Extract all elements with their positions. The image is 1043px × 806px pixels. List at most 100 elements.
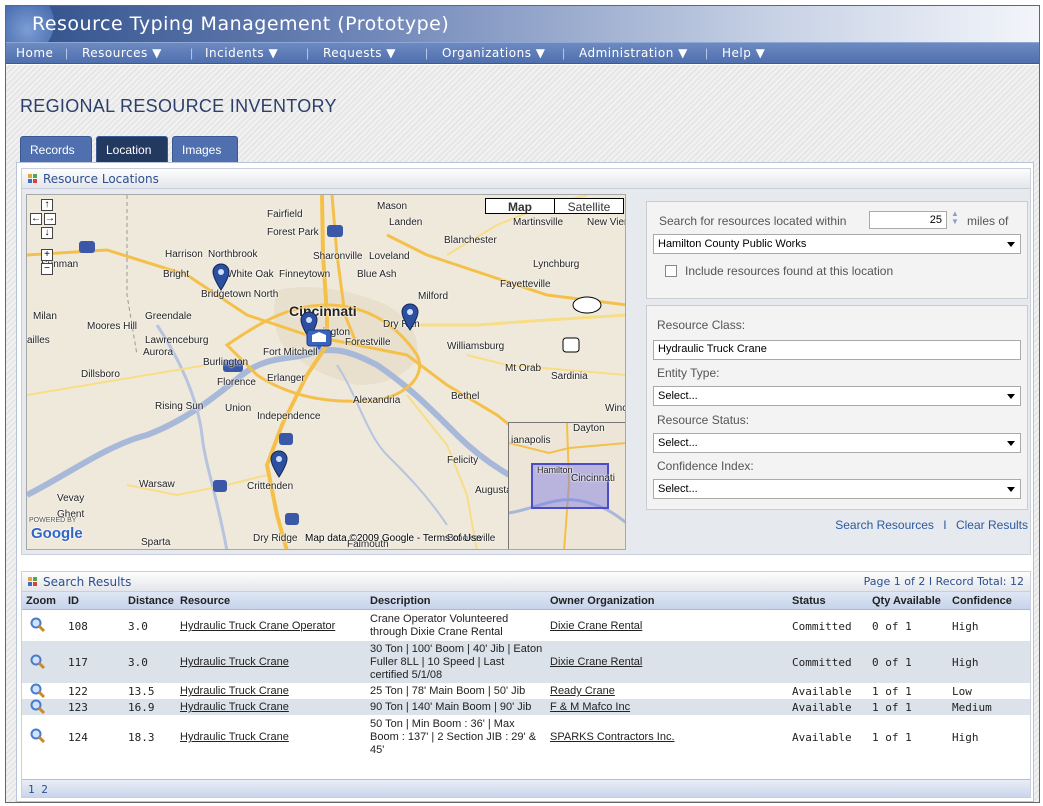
nav-home[interactable]: Home bbox=[16, 46, 53, 60]
map-label: Felicity bbox=[447, 455, 479, 466]
map-label: Finneytown bbox=[279, 269, 331, 280]
table-row[interactable]: 122 13.5 Hydraulic Truck Crane 25 Ton | … bbox=[22, 683, 1030, 699]
overview-label: ianapolis bbox=[511, 435, 551, 446]
overview-label: Dayton bbox=[573, 423, 605, 434]
zoom-magnifier-icon[interactable] bbox=[30, 617, 46, 633]
chevron-down-icon bbox=[1007, 394, 1015, 399]
map-label: New Vien bbox=[587, 217, 626, 228]
map-label: Forest Park bbox=[267, 227, 319, 238]
zoom-out-button[interactable]: − bbox=[41, 263, 53, 275]
resource-link[interactable]: Hydraulic Truck Crane bbox=[180, 656, 289, 668]
results-pagination[interactable]: 1 2 bbox=[22, 779, 1030, 797]
tab-content: Resource Locations Fairfield Mason Lande… bbox=[16, 162, 1034, 802]
map-label: Forestville bbox=[345, 337, 391, 348]
nav-incidents[interactable]: Incidents ▼ bbox=[205, 46, 278, 60]
search-resources-link[interactable]: Search Resources bbox=[835, 518, 934, 532]
map-label: Fayetteville bbox=[500, 279, 551, 290]
resource-link[interactable]: Hydraulic Truck Crane bbox=[180, 685, 289, 697]
search-origin-building-icon[interactable] bbox=[306, 329, 332, 351]
nav-requests[interactable]: Requests ▼ bbox=[323, 46, 396, 60]
confidence-select[interactable]: Select... bbox=[653, 479, 1021, 499]
map-label: Dry Ridge bbox=[253, 533, 298, 544]
map-type-map-button[interactable]: Map bbox=[485, 198, 555, 214]
map-label: Blue Ash bbox=[357, 269, 397, 280]
table-row[interactable]: 123 16.9 Hydraulic Truck Crane 90 Ton | … bbox=[22, 699, 1030, 715]
app-window: Resource Typing Management (Prototype) H… bbox=[5, 5, 1040, 803]
map-label: Aurora bbox=[143, 347, 174, 358]
map-type-satellite-button[interactable]: Satellite bbox=[554, 198, 624, 214]
zoom-magnifier-icon[interactable] bbox=[30, 699, 46, 715]
title-bar: Resource Typing Management (Prototype) bbox=[6, 6, 1039, 56]
table-row[interactable]: 108 3.0 Hydraulic Truck Crane Operator C… bbox=[22, 611, 1030, 641]
map-pin-icon[interactable] bbox=[401, 303, 419, 331]
pan-right-button[interactable]: → bbox=[44, 213, 56, 225]
map-label: Mt Orab bbox=[505, 363, 542, 374]
table-row[interactable]: 124 18.3 Hydraulic Truck Crane 50 Ton | … bbox=[22, 715, 1030, 759]
col-confidence[interactable]: Confidence bbox=[952, 595, 1012, 607]
col-qty[interactable]: Qty Available bbox=[872, 595, 941, 607]
col-distance[interactable]: Distance bbox=[128, 595, 174, 607]
nav-help[interactable]: Help ▼ bbox=[722, 46, 765, 60]
map-label: Bethel bbox=[451, 391, 480, 402]
map-label: Warsaw bbox=[139, 479, 175, 490]
table-row[interactable]: 117 3.0 Hydraulic Truck Crane 30 Ton | 1… bbox=[22, 641, 1030, 683]
map-label: Landen bbox=[389, 217, 423, 228]
proximity-search: Search for resources located within 25 ▲… bbox=[646, 201, 1028, 299]
include-location-checkbox[interactable] bbox=[665, 265, 677, 277]
col-id[interactable]: ID bbox=[68, 595, 79, 607]
entity-type-label: Entity Type: bbox=[657, 366, 720, 380]
miles-input[interactable]: 25 bbox=[869, 211, 947, 229]
zoom-magnifier-icon[interactable] bbox=[30, 683, 46, 699]
resource-map[interactable]: Fairfield Mason Landen Martinsville New … bbox=[26, 194, 626, 550]
resource-locations-panel: Resource Locations Fairfield Mason Lande… bbox=[21, 168, 1031, 555]
resource-link[interactable]: Hydraulic Truck Crane bbox=[180, 731, 289, 743]
resource-status-select[interactable]: Select... bbox=[653, 433, 1021, 453]
include-location-label: Include resources found at this location bbox=[685, 264, 894, 278]
owner-link[interactable]: Ready Crane bbox=[550, 685, 615, 697]
miles-spinner-icon[interactable]: ▲ ▼ bbox=[951, 210, 959, 226]
tab-images[interactable]: Images bbox=[172, 136, 238, 162]
col-zoom[interactable]: Zoom bbox=[26, 595, 56, 607]
pan-up-button[interactable]: ↑ bbox=[41, 199, 53, 211]
col-owner[interactable]: Owner Organization bbox=[550, 595, 655, 607]
resource-class-label: Resource Class: bbox=[657, 318, 746, 332]
owner-link[interactable]: F & M Mafco Inc bbox=[550, 701, 630, 713]
col-resource[interactable]: Resource bbox=[180, 595, 230, 607]
google-logo: Google bbox=[31, 525, 83, 542]
owner-link[interactable]: Dixie Crane Rental bbox=[550, 656, 642, 668]
map-label: Vevay bbox=[57, 493, 85, 504]
nav-resources[interactable]: Resources ▼ bbox=[82, 46, 162, 60]
clear-results-link[interactable]: Clear Results bbox=[956, 518, 1028, 532]
entity-type-select[interactable]: Select... bbox=[653, 386, 1021, 406]
map-attribution[interactable]: Map data ©2009 Google - Terms of Use bbox=[305, 533, 482, 544]
resource-class-input[interactable]: Hydraulic Truck Crane bbox=[653, 340, 1021, 360]
zoom-magnifier-icon[interactable] bbox=[30, 728, 46, 744]
resource-link[interactable]: Hydraulic Truck Crane bbox=[180, 701, 289, 713]
map-label: Northbrook bbox=[208, 249, 258, 260]
main-nav: Home | Resources ▼ | Incidents ▼ | Reque… bbox=[6, 42, 1039, 64]
tab-records[interactable]: Records bbox=[20, 136, 92, 162]
map-label: Mason bbox=[377, 201, 408, 212]
pan-left-button[interactable]: ← bbox=[30, 213, 42, 225]
map-pin-icon[interactable] bbox=[270, 450, 288, 478]
resource-link[interactable]: Hydraulic Truck Crane Operator bbox=[180, 620, 335, 632]
col-description[interactable]: Description bbox=[370, 595, 431, 607]
nav-administration[interactable]: Administration ▼ bbox=[579, 46, 688, 60]
zoom-in-button[interactable]: + bbox=[41, 249, 53, 261]
resource-status-label: Resource Status: bbox=[657, 413, 750, 427]
nav-organizations[interactable]: Organizations ▼ bbox=[442, 46, 546, 60]
owner-link[interactable]: Dixie Crane Rental bbox=[550, 620, 642, 632]
col-status[interactable]: Status bbox=[792, 595, 826, 607]
overview-label: Cincinnati bbox=[571, 473, 615, 484]
pan-down-button[interactable]: ↓ bbox=[41, 227, 53, 239]
map-pin-icon[interactable] bbox=[212, 263, 230, 291]
tab-location[interactable]: Location bbox=[96, 136, 168, 162]
overview-map[interactable]: Dayton ianapolis Hamilton Cincinnati bbox=[508, 422, 625, 549]
map-label: Greendale bbox=[145, 311, 192, 322]
zoom-magnifier-icon[interactable] bbox=[30, 654, 46, 670]
owner-link[interactable]: SPARKS Contractors Inc. bbox=[550, 731, 675, 743]
map-label: Dillsboro bbox=[81, 369, 120, 380]
location-select[interactable]: Hamilton County Public Works bbox=[653, 234, 1021, 254]
map-label: Rising Sun bbox=[155, 401, 204, 412]
map-label: Winc bbox=[605, 403, 626, 414]
